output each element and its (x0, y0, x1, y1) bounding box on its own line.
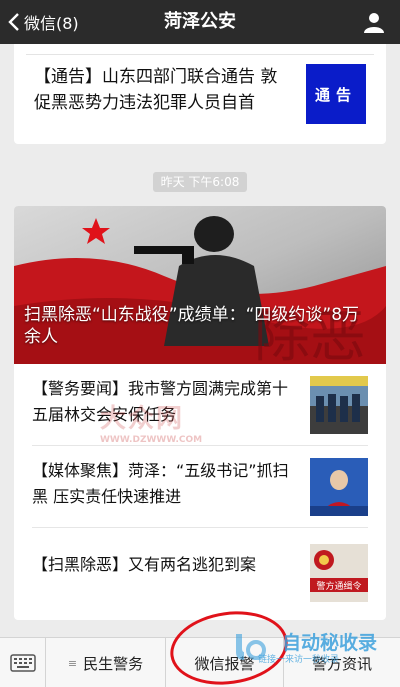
cover-image[interactable]: 除恶 扫黑除恶“山东战役”成绩单：“四级约谈”8万余人 (14, 206, 386, 364)
menu-item-label: 民生警务 (83, 654, 144, 673)
notice-card[interactable]: 【通告】山东四部门联合通告 敦促黑恶势力违法犯罪人员自首 通告 (14, 44, 386, 144)
back-button[interactable]: 微信(8) (8, 0, 79, 44)
watermark-text: 大众网 (100, 404, 185, 434)
profile-icon[interactable] (362, 10, 386, 34)
top-bar: 微信(8) 菏泽公安 (0, 0, 400, 44)
keyboard-toggle-button[interactable] (0, 638, 46, 687)
menu-list-icon: ≡ (67, 656, 78, 670)
timestamp: 昨天 下午6:08 (153, 172, 247, 192)
watermark: 大众网 WWW.DZWWW.COM (100, 398, 202, 445)
notice-thumbnail: 通告 (306, 64, 366, 124)
list-item[interactable]: 【扫黑除恶】又有两名逃犯到案 警方通缉令 (14, 528, 386, 620)
cover-title: 扫黑除恶“山东战役”成绩单：“四级约谈”8万余人 (24, 305, 360, 347)
list-item[interactable]: 【媒体聚焦】菏泽：“五级书记”抓扫黑 压实责任快速推进 (14, 446, 386, 528)
notice-text: 【通告】山东四部门联合通告 敦促黑恶势力违法犯罪人员自首 (34, 67, 278, 113)
watermark-url: WWW.DZWWW.COM (100, 435, 203, 445)
list-item-text: 【媒体聚焦】菏泽：“五级书记”抓扫黑 压实责任快速推进 (32, 461, 289, 506)
brand-watermark: 自动秘收录 链接一来访一秒收录 (232, 628, 400, 668)
back-label: 微信(8) (24, 14, 79, 33)
keyboard-icon (9, 654, 36, 672)
list-item-thumbnail (310, 458, 368, 516)
list-item-text: 【扫黑除恶】又有两名逃犯到案 (32, 555, 257, 574)
divider (26, 54, 374, 55)
menu-item-minsheng[interactable]: ≡ 民生警务 (46, 638, 166, 687)
thumbnail-text: 警方通缉令 (316, 580, 361, 592)
brand-name: 自动秘收录 (282, 632, 378, 654)
chevron-left-icon (8, 13, 19, 31)
brand-slogan: 链接一来访一秒收录 (258, 655, 340, 665)
list-item-thumbnail: 警方通缉令 (310, 544, 368, 602)
list-item-thumbnail (310, 376, 368, 434)
